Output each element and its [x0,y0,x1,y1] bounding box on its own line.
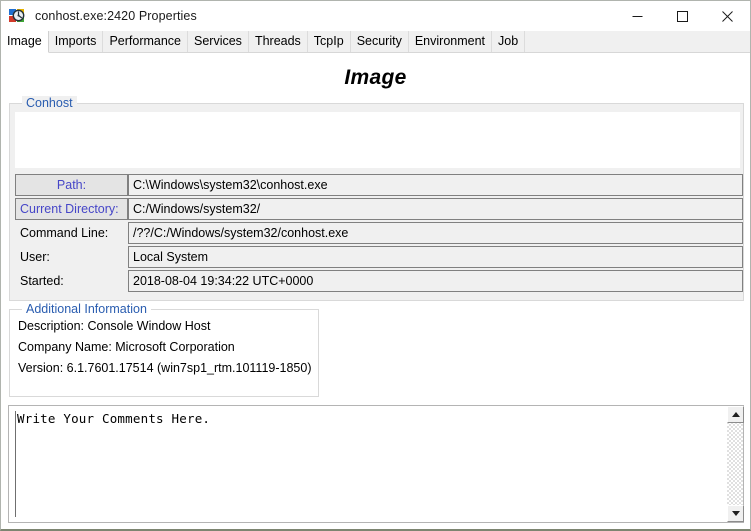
page-title: Image [344,66,407,89]
conhost-groupbox-legend: Conhost [22,96,77,110]
tab-environment[interactable]: Environment [408,31,493,52]
company-name-line: Company Name: Microsoft Corporation [18,340,235,354]
tab-image[interactable]: Image [1,31,49,53]
user-label: User: [20,250,50,264]
maximize-button[interactable] [660,1,705,31]
path-label[interactable]: Path: [15,174,128,196]
user-value[interactable]: Local System [128,246,743,268]
tab-label: Threads [254,34,301,49]
tab-label: Services [194,34,242,49]
current-directory-label[interactable]: Current Directory: [15,198,128,220]
additional-information-lines: Description: Console Window Host Company… [10,310,318,379]
tab-label: Image [7,34,42,49]
tab-security[interactable]: Security [350,31,409,52]
comments-textarea[interactable]: Write Your Comments Here. [8,405,744,523]
process-explorer-icon [8,7,26,25]
version-line: Version: 6.1.7601.17514 (win7sp1_rtm.101… [18,361,312,375]
field-row-started: Started: 2018-08-04 19:34:22 UTC+0000 [15,270,743,292]
properties-window: conhost.exe:2420 Properties Image Import… [0,0,751,531]
title-bar: conhost.exe:2420 Properties [1,1,750,31]
minimize-button[interactable] [615,1,660,31]
tab-performance[interactable]: Performance [103,31,188,52]
field-row-user: User: Local System [15,246,743,268]
tab-label: Job [498,34,519,49]
scroll-down-icon[interactable] [727,505,744,522]
scroll-up-arrow [731,412,740,417]
tab-label: Security [356,34,402,49]
tab-label: Imports [54,34,97,49]
scroll-down-arrow [731,511,740,516]
current-directory-value[interactable]: C:/Windows/system32/ [128,198,743,220]
tab-label: TcpIp [313,34,344,49]
tab-services[interactable]: Services [188,31,249,52]
command-line-value[interactable]: /??/C:/Windows/system32/conhost.exe [128,222,743,244]
text-caret [15,411,16,517]
tab-imports[interactable]: Imports [48,31,104,52]
window-controls [615,1,750,31]
started-label: Started: [20,274,64,288]
conhost-groupbox: Conhost Path: C:\Windows\system32\conhos… [9,96,744,301]
image-tab-panel: Image Conhost Path: C:\Windows\system32\… [1,53,750,529]
process-fields: Path: C:\Windows\system32\conhost.exe Cu… [15,174,743,294]
tab-tcpip[interactable]: TcpIp [307,31,351,52]
command-line-label: Command Line: [20,226,109,240]
comments-text-area[interactable]: Write Your Comments Here. [9,406,726,522]
tab-label: Environment [414,34,486,49]
conhost-image-preview [15,112,740,168]
field-row-path: Path: C:\Windows\system32\conhost.exe [15,174,743,196]
scroll-up-icon[interactable] [727,406,744,423]
field-row-current-directory: Current Directory: C:/Windows/system32/ [15,198,743,220]
vertical-scrollbar[interactable] [726,406,744,522]
window-title: conhost.exe:2420 Properties [35,9,197,23]
path-value[interactable]: C:\Windows\system32\conhost.exe [128,174,743,196]
additional-information-groupbox: Additional Information Description: Cons… [9,302,319,397]
field-row-command-line: Command Line: /??/C:/Windows/system32/co… [15,222,743,244]
tab-job[interactable]: Job [492,31,526,52]
close-button[interactable] [705,1,750,31]
started-value[interactable]: 2018-08-04 19:34:22 UTC+0000 [128,270,743,292]
description-line: Description: Console Window Host [18,319,211,333]
tab-strip: Image Imports Performance Services Threa… [1,31,750,53]
tab-label: Performance [109,34,181,49]
tab-strip-filler [525,31,750,52]
additional-information-legend: Additional Information [22,302,151,316]
tab-threads[interactable]: Threads [248,31,308,52]
comments-value: Write Your Comments Here. [17,411,211,426]
